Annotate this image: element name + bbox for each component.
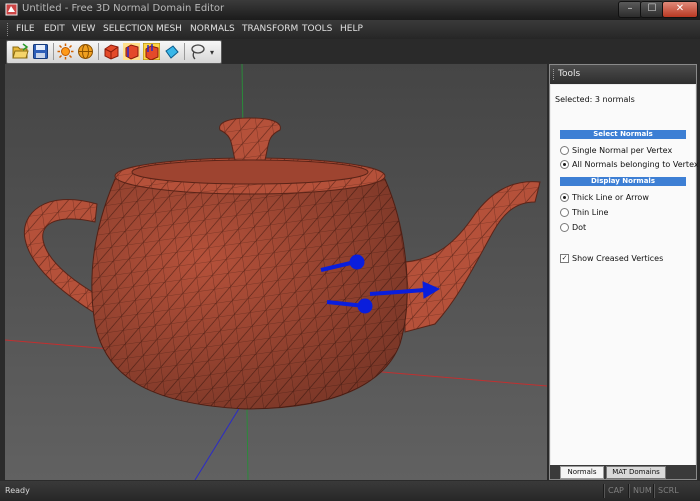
status-separator (603, 484, 605, 498)
tools-panel-title: Tools (558, 69, 581, 79)
menu-grip[interactable] (7, 23, 11, 36)
tools-panel-body: Selected: 3 normals Select Normals Singl… (551, 85, 699, 465)
selection-count: Selected: 3 normals (555, 95, 635, 104)
menu-normals[interactable]: NORMALS (190, 24, 235, 34)
radio-label: Thin Line (572, 208, 609, 217)
menu-bar: FILE EDIT VIEW SELECTION MESH NORMALS TR… (0, 20, 700, 39)
box-icon[interactable] (103, 43, 120, 60)
num-lock-indicator: NUM (633, 486, 652, 495)
teapot-lid (131, 159, 369, 185)
maximize-button[interactable]: ☐ (640, 1, 664, 18)
globe-icon[interactable] (77, 43, 94, 60)
panel-grip[interactable] (553, 69, 556, 80)
menu-selection[interactable]: SELECTION (103, 24, 153, 34)
select-vertices-icon[interactable] (163, 43, 180, 60)
light-burst-icon[interactable] (57, 43, 74, 60)
normal-arrow-2-head (357, 298, 373, 314)
select-normals-icon[interactable] (143, 43, 160, 60)
radio-label: Thick Line or Arrow (572, 193, 649, 202)
toolbar-separator (98, 43, 99, 60)
lasso-icon[interactable] (189, 43, 206, 60)
viewport-canvas[interactable] (5, 64, 547, 480)
checkbox[interactable]: ✓ (560, 254, 569, 263)
radio-label: Single Normal per Vertex (572, 146, 673, 155)
radio-button[interactable] (560, 208, 569, 217)
toolbar-separator (53, 43, 54, 60)
window-title: Untitled - Free 3D Normal Domain Editor (22, 3, 225, 14)
scroll-lock-indicator: SCRL (658, 486, 679, 495)
radio-label: All Normals belonging to Vertex (572, 160, 699, 169)
menu-help[interactable]: HELP (340, 24, 363, 34)
status-separator (653, 484, 655, 498)
minimize-button[interactable]: – (618, 1, 642, 18)
checkbox-label: Show Creased Vertices (572, 254, 664, 263)
menu-edit[interactable]: EDIT (44, 24, 65, 34)
tool-strip: ▾ (6, 40, 222, 64)
teapot-shading (91, 179, 408, 409)
status-text: Ready (5, 486, 30, 495)
tools-panel-header[interactable]: Tools (550, 65, 696, 84)
radio-button[interactable] (560, 146, 569, 155)
close-button[interactable]: ✕ (662, 1, 698, 18)
tab-normals[interactable]: Normals (560, 466, 604, 479)
teapot-lid-knob (219, 117, 281, 161)
select-normals-header: Select Normals (560, 130, 686, 139)
application-window: Untitled - Free 3D Normal Domain Editor … (0, 0, 700, 501)
tools-panel: Tools Selected: 3 normals Select Normals… (549, 64, 699, 480)
menu-view[interactable]: VIEW (72, 24, 95, 34)
select-faces-icon[interactable] (123, 43, 140, 60)
status-bar: Ready CAP NUM SCRL (0, 481, 700, 501)
normal-arrow-1-head (349, 254, 365, 270)
menu-tools[interactable]: TOOLS (302, 24, 332, 34)
toolbar-separator (184, 43, 185, 60)
caps-lock-indicator: CAP (608, 486, 624, 495)
menu-transform[interactable]: TRANSFORM (242, 24, 298, 34)
menu-file[interactable]: FILE (16, 24, 35, 34)
radio-label: Dot (572, 223, 587, 232)
teapot-handle (23, 199, 100, 313)
3d-viewport[interactable] (5, 64, 547, 480)
save-disk-icon[interactable] (32, 43, 49, 60)
open-folder-icon[interactable] (12, 43, 29, 60)
title-bar[interactable]: Untitled - Free 3D Normal Domain Editor … (0, 0, 700, 20)
radio-button-checked[interactable] (560, 160, 569, 169)
radio-button[interactable] (560, 223, 569, 232)
toolbar: ▾ (0, 39, 700, 64)
display-normals-header: Display Normals (560, 177, 686, 186)
menu-mesh[interactable]: MESH (156, 24, 182, 34)
dropdown-arrow-icon[interactable]: ▾ (210, 48, 218, 57)
teapot-spout (404, 181, 541, 333)
tab-mat-domains[interactable]: MAT Domains (606, 466, 666, 479)
status-separator (628, 484, 630, 498)
radio-button-checked[interactable] (560, 193, 569, 202)
app-icon (5, 3, 18, 16)
panel-tab-strip: Normals MAT Domains (550, 465, 696, 479)
